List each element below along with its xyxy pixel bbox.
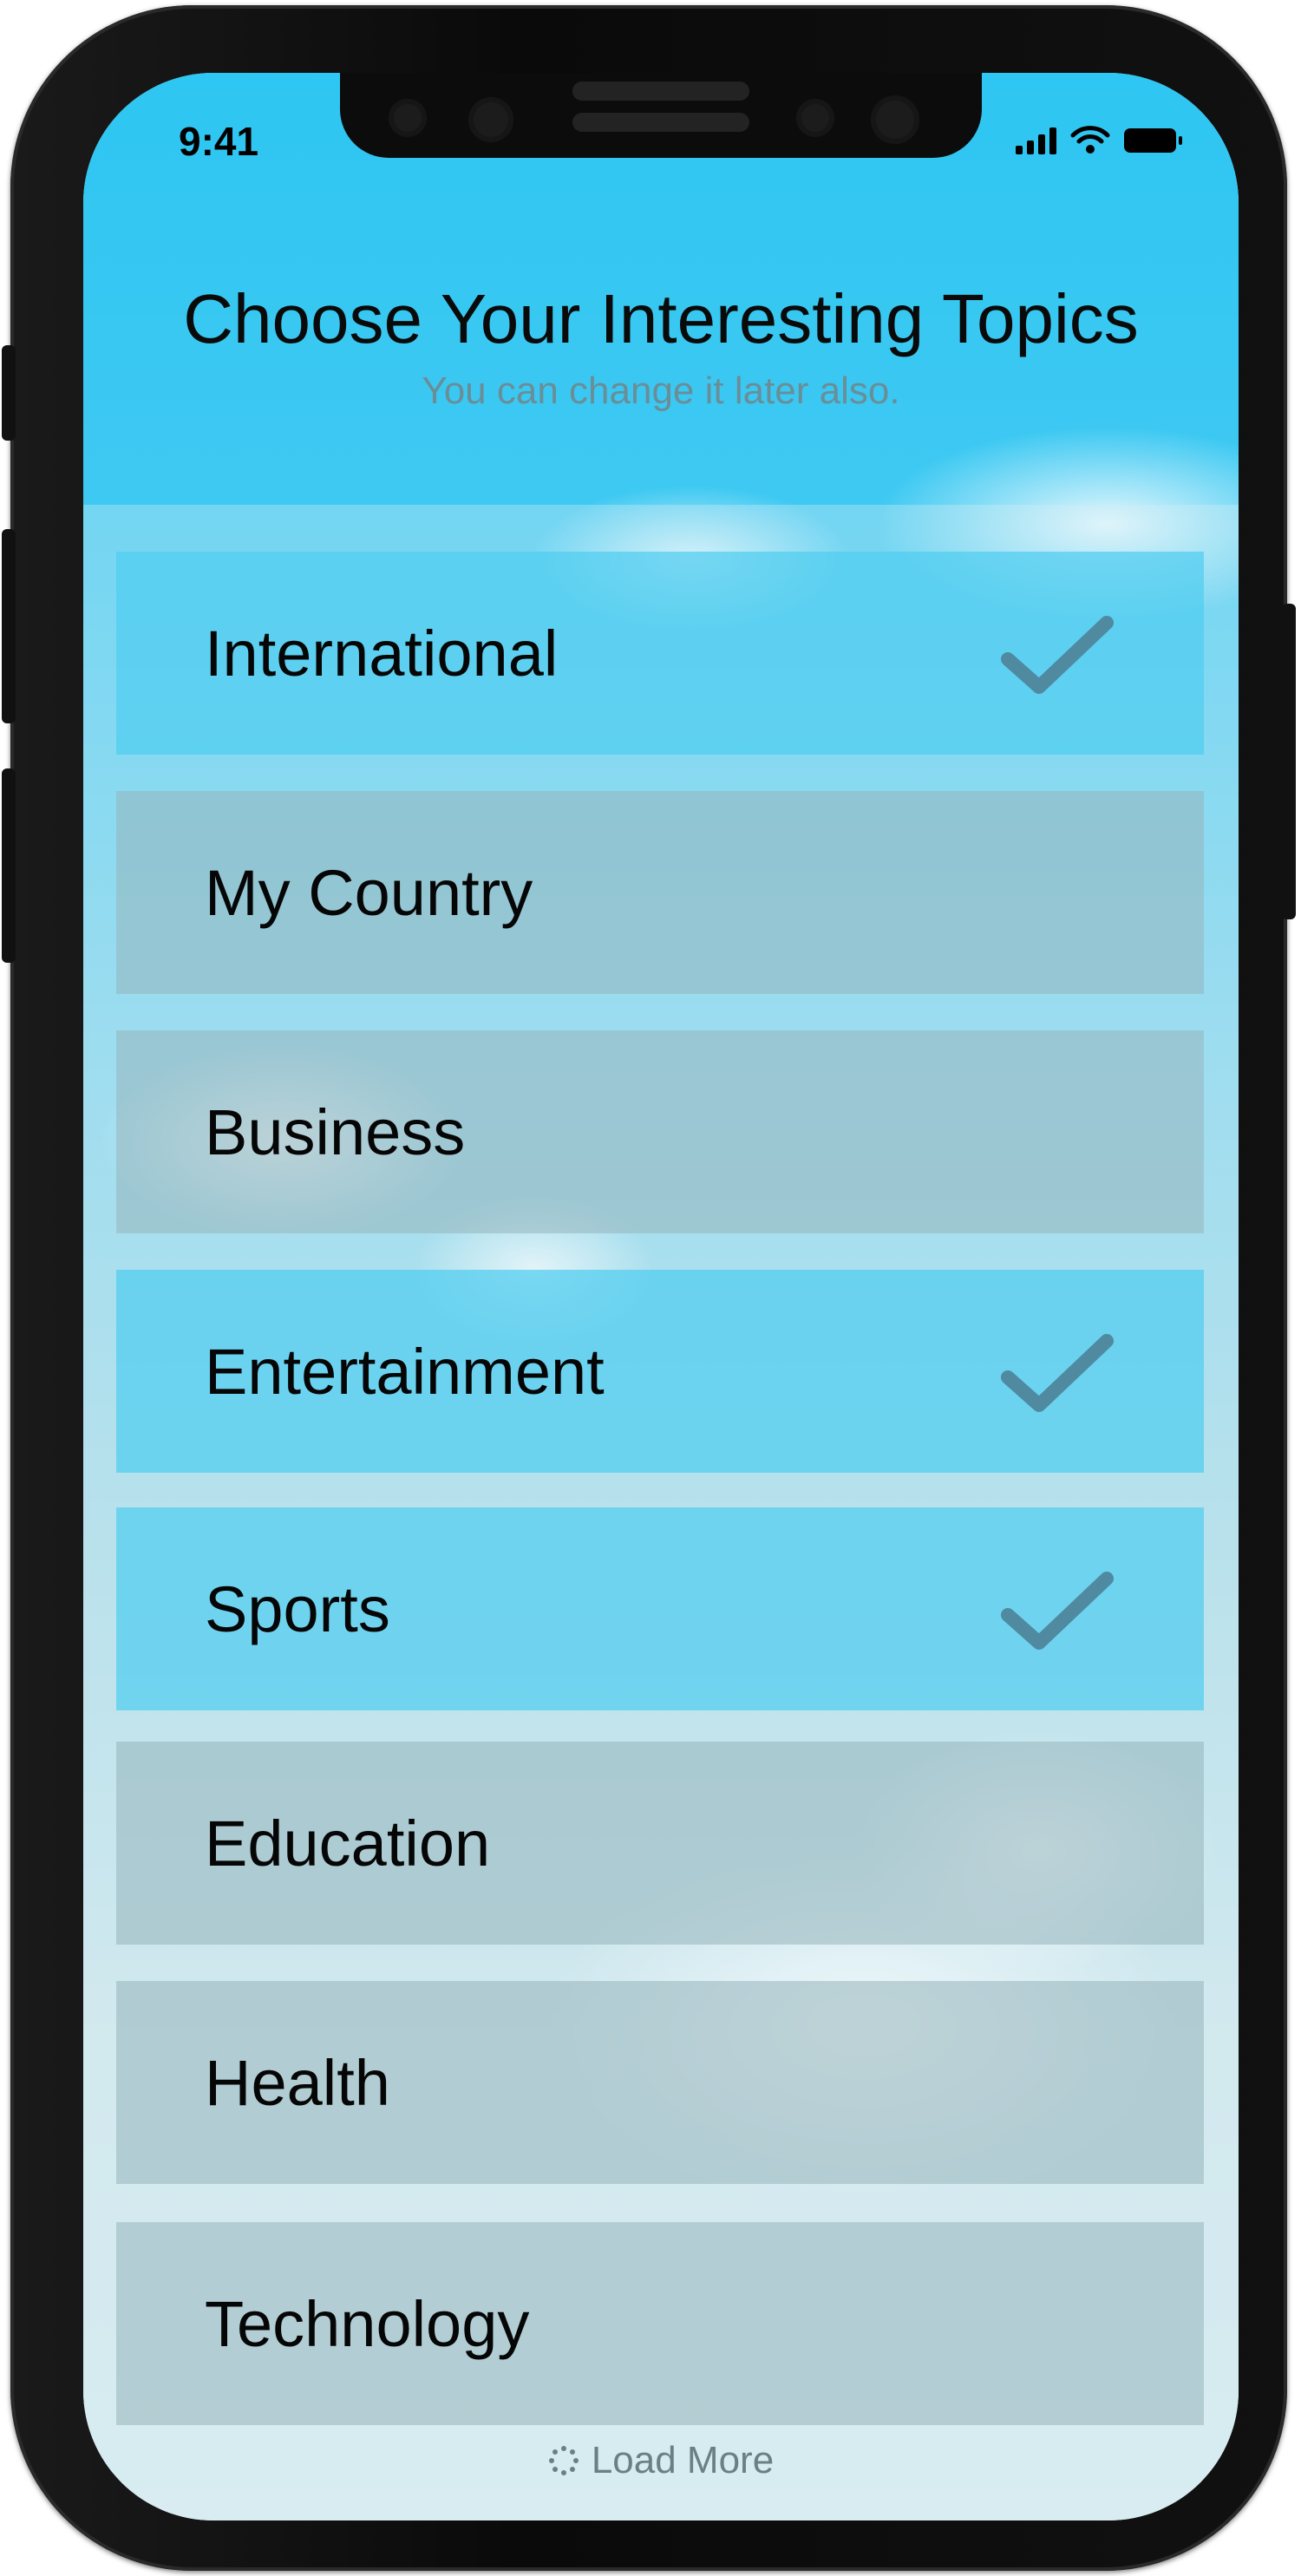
status-icons xyxy=(1016,123,1182,154)
topic-item[interactable]: My Country xyxy=(116,791,1204,994)
checkmark-icon xyxy=(1001,1334,1114,1412)
volume-up-button xyxy=(2,529,16,723)
topic-item[interactable]: Business xyxy=(116,1030,1204,1233)
topic-label: Business xyxy=(205,1095,466,1168)
camera-icon xyxy=(468,97,513,142)
cellular-signal-icon xyxy=(1016,127,1056,154)
page-title: Choose Your Interesting Topics xyxy=(183,280,1139,357)
spinner-icon xyxy=(548,2446,579,2475)
phone-frame: 9:41 Choose Your Interesting Topics You … xyxy=(2,5,1296,2571)
load-more-label: Load More xyxy=(591,2439,775,2481)
topic-label: Health xyxy=(205,2046,390,2119)
wifi-icon xyxy=(1070,126,1110,154)
page-subtitle: You can change it later also. xyxy=(422,369,900,412)
phone-screen: 9:41 Choose Your Interesting Topics You … xyxy=(83,73,1239,2520)
checkmark-icon xyxy=(1001,616,1114,694)
topic-item[interactable]: Health xyxy=(116,1981,1204,2184)
sensor-icon xyxy=(796,99,834,137)
topic-item[interactable]: Sports xyxy=(116,1507,1204,1710)
topic-label: Entertainment xyxy=(205,1335,605,1408)
topic-item[interactable]: International xyxy=(116,552,1204,755)
checkmark-icon xyxy=(1001,1572,1114,1650)
speaker-grille xyxy=(572,82,749,101)
status-time: 9:41 xyxy=(179,119,259,164)
topic-label: International xyxy=(205,617,559,690)
sensor-icon xyxy=(389,99,427,137)
proximity-sensor-icon xyxy=(871,95,919,144)
topic-label: Education xyxy=(205,1807,491,1880)
load-more-button[interactable]: Load More xyxy=(83,2439,1239,2482)
volume-down-button xyxy=(2,768,16,963)
battery-icon xyxy=(1124,128,1182,153)
power-button xyxy=(1282,604,1296,919)
topic-item[interactable]: Technology xyxy=(116,2222,1204,2425)
topic-item[interactable]: Entertainment xyxy=(116,1270,1204,1473)
topic-label: My Country xyxy=(205,856,533,929)
speaker-grille xyxy=(572,113,749,132)
notch xyxy=(340,73,982,158)
topic-label: Sports xyxy=(205,1572,390,1645)
topic-item[interactable]: Education xyxy=(116,1742,1204,1945)
topic-label: Technology xyxy=(205,2287,530,2360)
mute-switch xyxy=(2,345,16,441)
